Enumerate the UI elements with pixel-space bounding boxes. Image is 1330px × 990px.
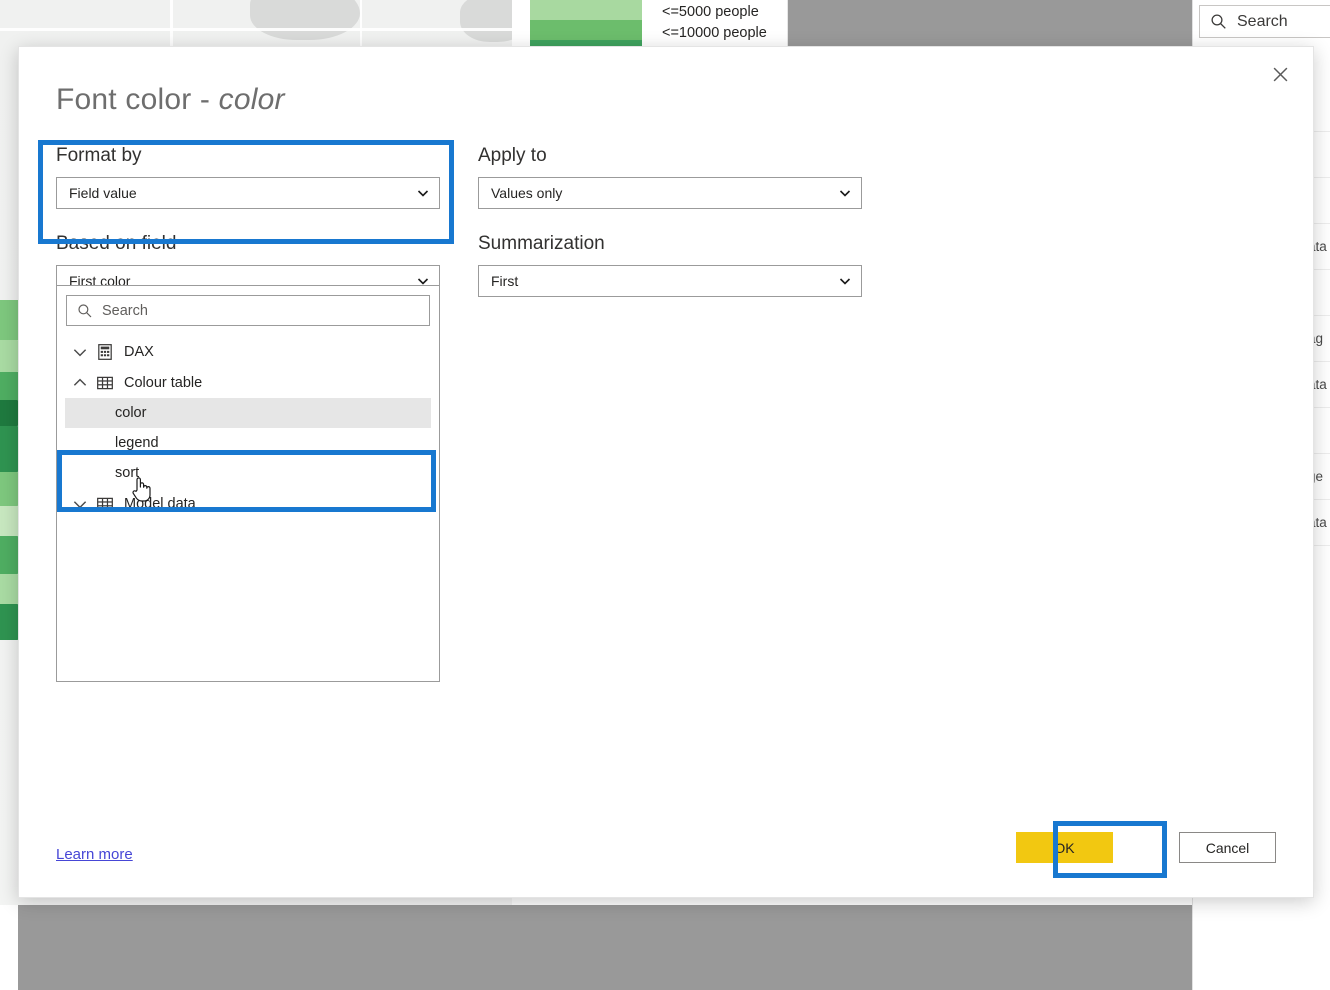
- legend-label-1: <=10000 people: [662, 25, 767, 41]
- tree-node-label: Colour table: [124, 374, 203, 391]
- tree-leaf-sort[interactable]: sort: [57, 458, 439, 488]
- chevron-down-icon: [73, 348, 87, 356]
- tree-node-model-data[interactable]: Model data: [57, 488, 439, 519]
- apply-to-select[interactable]: Values only: [478, 177, 862, 209]
- legend-label-0: <=5000 people: [662, 4, 759, 20]
- map-legend: <=5000 people <=10000 people: [512, 0, 788, 60]
- ok-button[interactable]: OK: [1016, 832, 1113, 863]
- field-tree-list: DAX Colour table color legend sort Model…: [57, 330, 439, 519]
- tree-leaf-label: legend: [115, 435, 159, 451]
- field-search-placeholder: Search: [102, 302, 148, 319]
- close-icon[interactable]: [1263, 57, 1297, 91]
- tree-leaf-color[interactable]: color: [65, 398, 431, 428]
- apply-to-label: Apply to: [478, 145, 547, 166]
- background-overlay-bottom: [18, 905, 1192, 990]
- dialog-title-main: Font color -: [56, 83, 219, 116]
- tree-leaf-legend[interactable]: legend: [57, 428, 439, 458]
- chevron-down-icon: [839, 190, 851, 197]
- based-on-field-label: Based on field: [56, 233, 177, 254]
- tree-node-colour-table[interactable]: Colour table: [57, 367, 439, 398]
- summarization-value: First: [491, 273, 519, 289]
- legend-labels: <=5000 people <=10000 people: [662, 0, 767, 44]
- search-placeholder: Search: [1237, 12, 1288, 30]
- right-column: Apply to Values only Summarization First: [478, 145, 864, 297]
- tree-node-dax[interactable]: DAX: [57, 336, 439, 367]
- table-icon: [96, 374, 114, 392]
- learn-more-link[interactable]: Learn more: [56, 846, 133, 863]
- format-by-label: Format by: [56, 145, 142, 166]
- format-by-select[interactable]: Field value: [56, 177, 440, 209]
- tree-node-label: DAX: [124, 343, 154, 360]
- field-tree-panel: Search DAX Colour table color legend sor…: [56, 285, 440, 682]
- tree-leaf-label: sort: [115, 465, 140, 481]
- calculator-icon: [96, 343, 114, 361]
- field-search-input[interactable]: Search: [66, 295, 430, 326]
- tree-leaf-label: color: [115, 405, 147, 421]
- summarization-select[interactable]: First: [478, 265, 862, 297]
- search-icon: [78, 303, 92, 317]
- tree-node-label: Model data: [124, 495, 196, 512]
- table-icon: [96, 495, 114, 513]
- background-overlay-top: [788, 0, 1192, 48]
- chevron-down-icon: [417, 190, 429, 197]
- page-title: Font color - color: [56, 83, 285, 117]
- dialog-title-field: color: [218, 83, 285, 116]
- search-icon: [1211, 14, 1226, 29]
- apply-to-value: Values only: [491, 185, 563, 201]
- cancel-button[interactable]: Cancel: [1179, 832, 1276, 863]
- chevron-down-icon: [73, 500, 87, 508]
- chevron-up-icon: [73, 378, 87, 386]
- summarization-label: Summarization: [478, 233, 605, 254]
- format-by-value: Field value: [69, 185, 137, 201]
- chevron-down-icon: [839, 278, 851, 285]
- search-box[interactable]: Search: [1199, 5, 1330, 38]
- left-column: Format by Field value Based on field Fir…: [56, 145, 456, 297]
- font-color-dialog: Font color - color Format by Field value…: [18, 46, 1314, 898]
